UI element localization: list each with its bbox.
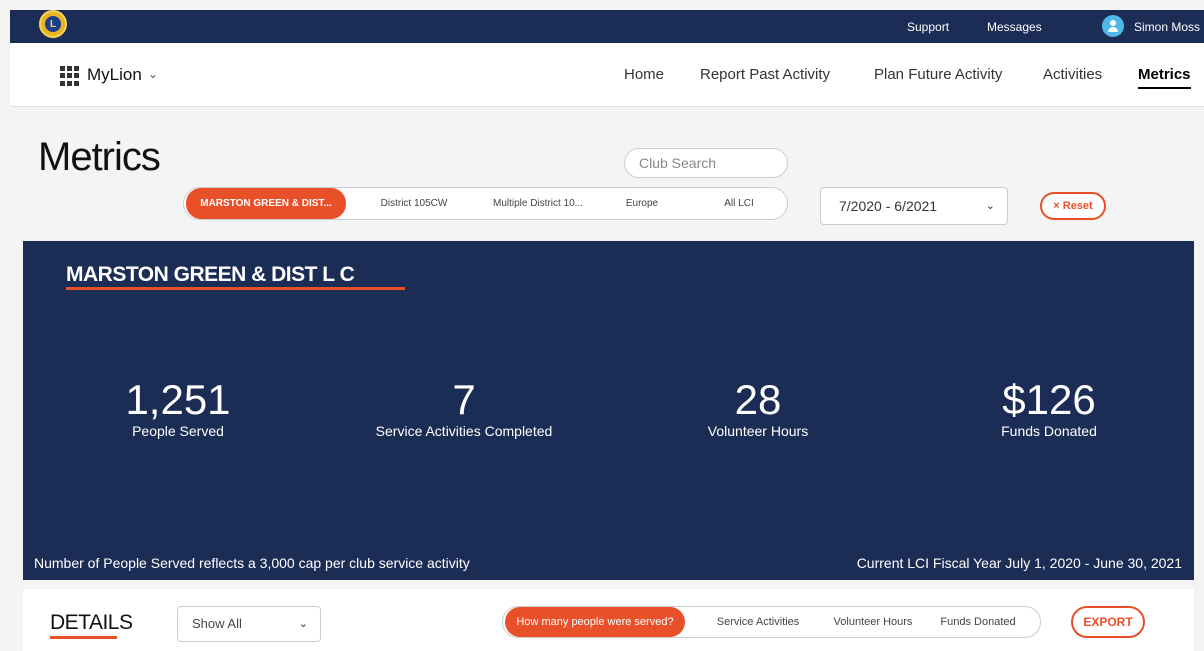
stat-label: Volunteer Hours [707,423,809,439]
details-filter-select[interactable]: Show All ⌄ [177,606,321,642]
user-name[interactable]: Simon Moss [1134,20,1200,34]
nav-report-past-activity[interactable]: Report Past Activity [700,66,830,83]
stat-volunteer-hours: 28 Volunteer Hours [608,376,908,440]
stat-label: People Served [132,423,224,439]
chevron-down-icon[interactable]: ⌄ [148,67,158,81]
stat-value: $126 [1002,376,1096,423]
chevron-down-icon: ⌄ [985,200,995,212]
scope-tab-europe[interactable]: Europe [612,188,672,219]
support-link[interactable]: Support [907,20,949,34]
club-name-underline [66,287,405,290]
details-filter-value: Show All [192,616,242,631]
stat-value: 7 [452,376,476,423]
apps-grid-icon[interactable] [60,66,80,86]
export-button[interactable]: EXPORT [1071,606,1145,638]
stat-value: 1,251 [125,376,231,423]
metrics-panel: MARSTON GREEN & DIST L C 1,251 People Se… [23,241,1194,580]
tab-service-activities[interactable]: Service Activities [703,607,813,637]
scope-tab-club[interactable]: MARSTON GREEN & DIST... [186,188,346,219]
scope-tab-multiple-district[interactable]: Multiple District 10... [478,188,598,219]
fiscal-period-value: 7/2020 - 6/2021 [839,198,938,214]
reset-button[interactable]: × Reset [1040,192,1106,220]
lions-logo-emblem: L [45,16,61,32]
stat-service-activities: 7 Service Activities Completed [314,376,614,440]
stat-value: 28 [734,376,782,423]
tab-people-served[interactable]: How many people were served? [505,607,685,637]
nav-plan-future-activity[interactable]: Plan Future Activity [874,66,1002,83]
club-search-input[interactable]: Club Search [624,148,788,178]
nav-home[interactable]: Home [624,66,664,83]
club-name: MARSTON GREEN & DIST L C [66,263,355,286]
scope-tabs: MARSTON GREEN & DIST... District 105CW M… [183,187,788,220]
page-title: Metrics [38,135,161,179]
scope-tab-all-lci[interactable]: All LCI [704,188,774,219]
scope-tab-district[interactable]: District 105CW [364,188,464,219]
fiscal-period-select[interactable]: 7/2020 - 6/2021 ⌄ [820,187,1008,225]
lions-logo[interactable]: L [39,10,67,38]
user-avatar-icon[interactable] [1102,15,1124,37]
tab-volunteer-hours[interactable]: Volunteer Hours [823,607,923,637]
nav-activities[interactable]: Activities [1043,66,1102,83]
details-underline [50,636,117,639]
people-served-cap-note: Number of People Served reflects a 3,000… [34,555,470,571]
details-section: DETAILS Show All ⌄ How many people were … [23,589,1194,651]
stat-label: Funds Donated [1001,423,1097,439]
main-nav: MyLion ⌄ Home Report Past Activity Plan … [10,43,1204,107]
stat-people-served: 1,251 People Served [28,376,328,440]
top-bar: L Support Messages Simon Moss [10,10,1204,43]
stat-funds-donated: $126 Funds Donated [899,376,1199,440]
details-title: DETAILS [50,611,133,634]
tab-funds-donated[interactable]: Funds Donated [933,607,1023,637]
nav-metrics[interactable]: Metrics [1138,66,1191,89]
fiscal-year-note: Current LCI Fiscal Year July 1, 2020 - J… [856,555,1182,571]
chevron-down-icon: ⌄ [298,618,308,630]
stat-label: Service Activities Completed [375,423,553,439]
details-tabs: How many people were served? Service Act… [502,606,1041,638]
messages-link[interactable]: Messages [987,20,1042,34]
brand-menu[interactable]: MyLion [87,65,142,85]
